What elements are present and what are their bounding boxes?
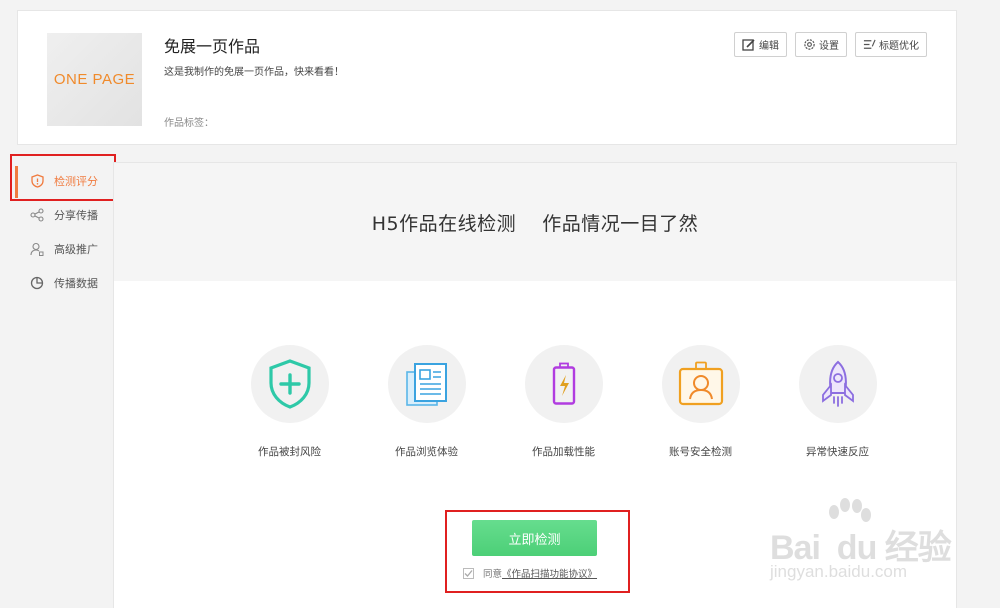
feature-item-experience: 作品浏览体验 [358, 345, 495, 459]
edit-icon [742, 38, 755, 51]
work-tags-label: 作品标签： [164, 118, 214, 129]
baidu-watermark: Bai du 经验 jingyan.baidu.com [762, 496, 992, 604]
feature-circle [250, 345, 329, 423]
id-badge-icon [678, 361, 723, 406]
feature-label: 作品加载性能 [532, 446, 595, 458]
user-icon [30, 242, 44, 256]
feature-circle [798, 345, 877, 423]
list-edit-icon [863, 39, 876, 49]
gear-icon [804, 39, 815, 50]
settings-label: 设置 [819, 41, 839, 52]
sidebar-item-label: 传播数据 [54, 277, 98, 290]
work-cover[interactable]: ONE PAGE [47, 33, 142, 126]
feature-item-response: 异常快速反应 [769, 345, 906, 459]
edit-label: 编辑 [759, 41, 779, 52]
toolbar: 编辑 设置 标题优化 [734, 32, 927, 57]
sidebar-item-label: 高级推广 [54, 243, 98, 256]
feature-label: 作品被封风险 [258, 446, 321, 458]
sidebar: 检测评分 分享传播 高级推广 传播数据 [0, 155, 113, 608]
feature-label: 异常快速反应 [806, 446, 869, 458]
sidebar-item-share[interactable]: 分享传播 [17, 198, 113, 232]
sidebar-item-promotion[interactable]: 高级推广 [17, 232, 113, 266]
rocket-icon [821, 360, 854, 407]
feature-circle [524, 345, 603, 423]
shield-plus-icon [268, 359, 311, 409]
work-title: 免展一页作品 [164, 37, 261, 56]
cover-text: ONE PAGE [53, 71, 136, 88]
feature-circle [387, 345, 466, 423]
document-icon [405, 363, 447, 406]
feature-item-risk: 作品被封风险 [221, 345, 358, 459]
banner-title: H5作品在线检测 作品情况一目了然 [371, 212, 699, 235]
feature-item-performance: 作品加载性能 [495, 345, 632, 459]
banner: H5作品在线检测 作品情况一目了然 [114, 163, 956, 281]
sidebar-item-data[interactable]: 传播数据 [17, 266, 113, 300]
work-info-card: ONE PAGE 免展一页作品 这是我制作的免展一页作品，快来看看！ 作品标签：… [17, 10, 957, 145]
title-optimize-button[interactable]: 标题优化 [855, 32, 927, 57]
feature-label: 作品浏览体验 [395, 446, 458, 458]
feature-list: 作品被封风险 作品浏览体验 作品加载性能 账号安全检测 异常快速反应 [221, 345, 906, 459]
highlight-box-sidebar [10, 154, 116, 201]
feature-circle [661, 345, 740, 423]
sidebar-item-label: 分享传播 [54, 209, 98, 222]
feature-label: 账号安全检测 [669, 446, 732, 458]
pie-chart-icon [30, 276, 44, 290]
edit-button[interactable]: 编辑 [734, 32, 787, 57]
battery-icon [552, 362, 575, 405]
title-optimize-label: 标题优化 [879, 41, 919, 52]
watermark-sub: jingyan.baidu.com [770, 562, 908, 581]
share-icon [30, 208, 44, 222]
work-description: 这是我制作的免展一页作品，快来看看！ [164, 67, 344, 78]
settings-button[interactable]: 设置 [795, 32, 847, 57]
highlight-box-check [445, 510, 630, 593]
feature-item-account: 账号安全检测 [632, 345, 769, 459]
